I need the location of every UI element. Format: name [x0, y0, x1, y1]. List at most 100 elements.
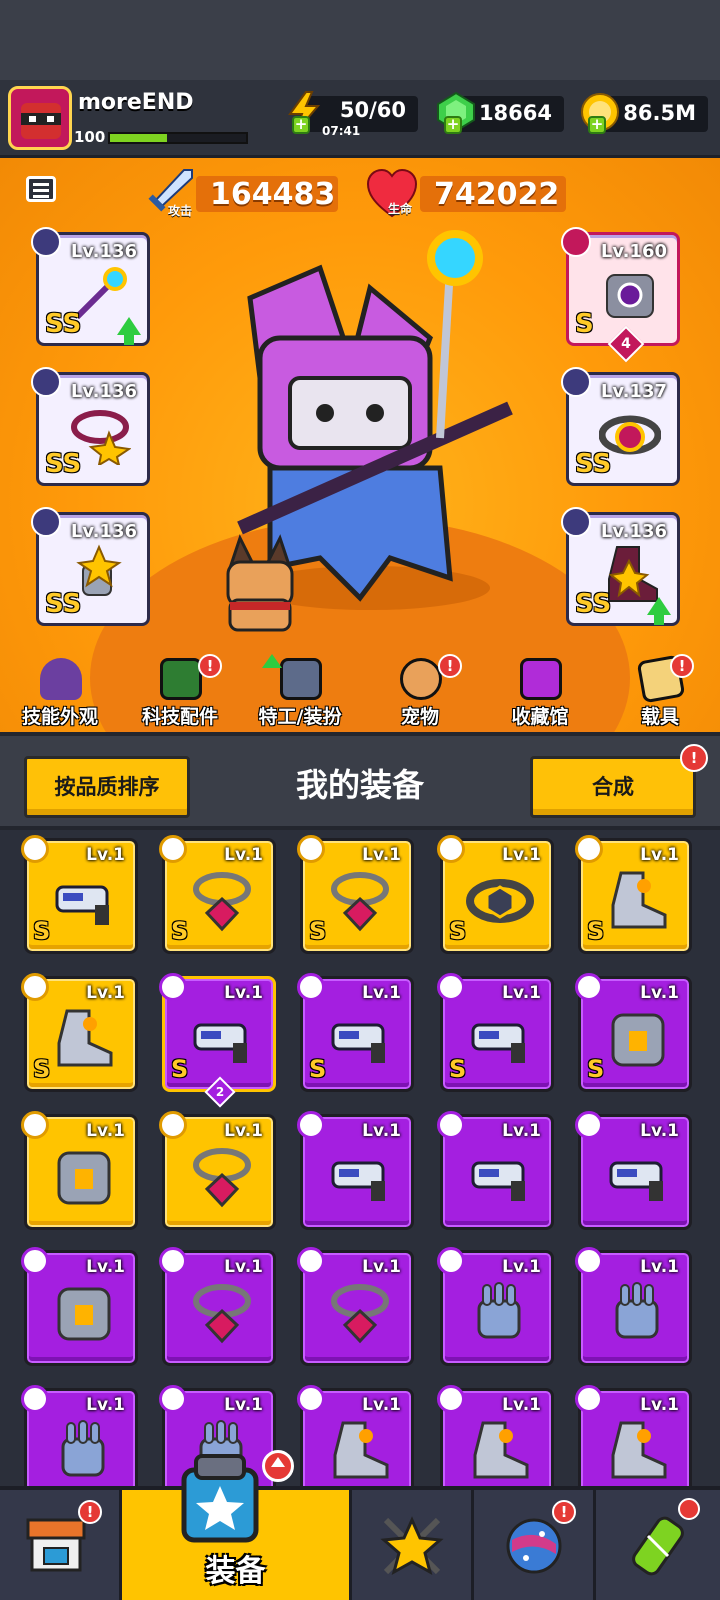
- item-rank: S: [33, 1055, 51, 1083]
- category-icon: [437, 1111, 465, 1139]
- equip-slot-armor[interactable]: Lv.160 S 4: [561, 227, 680, 363]
- agent-icon: [280, 658, 322, 700]
- equip-slot-necklace[interactable]: Lv.136 SS: [31, 367, 150, 486]
- necklace-icon: [331, 872, 389, 932]
- armor-icon: [57, 1287, 111, 1341]
- add-gold-icon[interactable]: +: [588, 116, 606, 134]
- inventory-item[interactable]: Lv.1: [21, 1111, 138, 1230]
- bottom-nav-battle[interactable]: [352, 1490, 474, 1600]
- category-icon: [159, 835, 187, 863]
- bottom-nav-planet[interactable]: !: [474, 1490, 596, 1600]
- inventory-title: 我的装备: [295, 766, 424, 804]
- item-count: 2: [215, 1085, 225, 1099]
- upgrade-arrow-icon: [647, 597, 671, 625]
- equip-slot-weapon[interactable]: Lv.136 SS: [31, 227, 150, 346]
- inventory-item[interactable]: Lv.1 S: [297, 835, 414, 954]
- inventory-item[interactable]: Lv.1 S 2: [159, 973, 276, 1108]
- nav-pets[interactable]: ! 宠物: [360, 654, 480, 732]
- hero-area: 攻击 164483 生命 742022 Lv.136 SS Lv.136 SS …: [0, 158, 720, 732]
- attack-value: 164483: [210, 177, 336, 212]
- glove-category-icon: [31, 507, 61, 537]
- sort-by-quality-button[interactable]: 按品质排序: [24, 756, 190, 818]
- menu-icon[interactable]: [26, 176, 56, 202]
- nav-skill-skins[interactable]: 技能外观: [0, 654, 120, 732]
- category-icon: [21, 1111, 49, 1139]
- item-level: Lv.1: [224, 983, 263, 1003]
- equip-slot-boots[interactable]: Lv.136 SS: [561, 507, 680, 626]
- inventory-item[interactable]: Lv.1: [297, 1111, 414, 1230]
- item-level: Lv.1: [86, 983, 125, 1003]
- boots-icon: [611, 871, 667, 929]
- dna-tube-icon: [632, 1516, 684, 1576]
- inventory-item[interactable]: Lv.1: [297, 1247, 414, 1366]
- weapon-icon: [471, 1161, 525, 1201]
- inventory-item[interactable]: Lv.1: [159, 1111, 276, 1230]
- inventory-item[interactable]: Lv.1: [575, 1247, 692, 1366]
- alert-badge: !: [680, 744, 708, 772]
- nav-collection[interactable]: 收藏馆: [480, 654, 600, 732]
- glove-icon: [477, 1282, 521, 1339]
- item-level: Lv.1: [362, 1257, 401, 1277]
- nav-tech-parts[interactable]: ! 科技配件: [120, 654, 240, 732]
- gems-counter[interactable]: + 18664: [437, 91, 564, 134]
- add-gems-icon[interactable]: +: [444, 116, 462, 134]
- category-icon: [437, 973, 465, 1001]
- inventory-item[interactable]: Lv.1: [437, 1111, 554, 1230]
- weapon-icon: [471, 1023, 525, 1063]
- add-energy-icon[interactable]: +: [292, 116, 310, 134]
- inventory-item[interactable]: Lv.1: [575, 1385, 692, 1486]
- inventory-item[interactable]: Lv.1 S: [21, 973, 138, 1092]
- boots-icon: [333, 1421, 389, 1479]
- inventory-item[interactable]: Lv.1: [21, 1385, 138, 1486]
- health-label: 生命: [388, 202, 413, 216]
- nav-agents-costume[interactable]: 特工/装扮: [240, 654, 360, 732]
- weapon-icon: [55, 885, 109, 925]
- item-level: Lv.1: [362, 983, 401, 1003]
- avatar[interactable]: [8, 86, 72, 150]
- inventory-item[interactable]: Lv.1 S: [437, 973, 554, 1092]
- inventory-item[interactable]: Lv.1: [437, 1385, 554, 1486]
- necklace-category-icon: [31, 367, 61, 397]
- inventory-item[interactable]: Lv.1: [575, 1111, 692, 1230]
- item-rank: S: [33, 917, 51, 945]
- bottom-nav-equipment[interactable]: 装备: [122, 1450, 352, 1600]
- equip-slot-glove[interactable]: Lv.136 SS: [31, 507, 150, 626]
- equip-slot-belt[interactable]: Lv.137 SS: [561, 367, 680, 486]
- player-name: moreEND: [78, 90, 194, 115]
- health-stat: 742022: [420, 176, 566, 212]
- nav-vehicles[interactable]: ! 载具: [600, 654, 720, 732]
- armor-category-icon: [561, 227, 591, 257]
- armor-icon: [611, 1013, 665, 1067]
- player-level: 100: [74, 128, 106, 146]
- weapon-category-icon: [31, 227, 61, 257]
- weapon-icon: [331, 1161, 385, 1201]
- inventory-item[interactable]: Lv.1 S: [437, 835, 554, 954]
- item-level: Lv.1: [502, 1121, 541, 1141]
- gold-counter[interactable]: + 86.5M: [581, 93, 708, 134]
- inventory-item[interactable]: Lv.1 S: [575, 835, 692, 954]
- bottom-nav-shop[interactable]: !: [0, 1490, 122, 1600]
- item-level: Lv.1: [502, 983, 541, 1003]
- bottom-nav-dna[interactable]: [596, 1490, 720, 1600]
- category-icon: [437, 1385, 465, 1413]
- category-icon: [21, 1247, 49, 1275]
- shiba-icon: [400, 658, 442, 700]
- inventory-item[interactable]: Lv.1 S: [21, 835, 138, 954]
- inventory-item[interactable]: Lv.1: [297, 1385, 414, 1486]
- inventory-item[interactable]: Lv.1 S: [297, 973, 414, 1092]
- inventory-item[interactable]: Lv.1: [21, 1247, 138, 1366]
- inventory-item[interactable]: Lv.1 S: [575, 973, 692, 1092]
- health-value: 742022: [434, 177, 560, 212]
- inventory-item[interactable]: Lv.1 S: [159, 835, 276, 954]
- gems-value: 18664: [478, 101, 552, 125]
- category-icon: [159, 1385, 187, 1413]
- inventory-item[interactable]: Lv.1: [159, 1247, 276, 1366]
- weapon-icon: [193, 1023, 247, 1063]
- merge-button[interactable]: 合成: [530, 756, 696, 818]
- item-rank: S: [449, 1055, 467, 1083]
- star-count-badge: 4: [607, 325, 645, 363]
- category-icon: [159, 973, 187, 1001]
- inventory-item[interactable]: Lv.1: [437, 1247, 554, 1366]
- attack-label: 攻击: [168, 204, 193, 218]
- planet-icon: [506, 1518, 562, 1574]
